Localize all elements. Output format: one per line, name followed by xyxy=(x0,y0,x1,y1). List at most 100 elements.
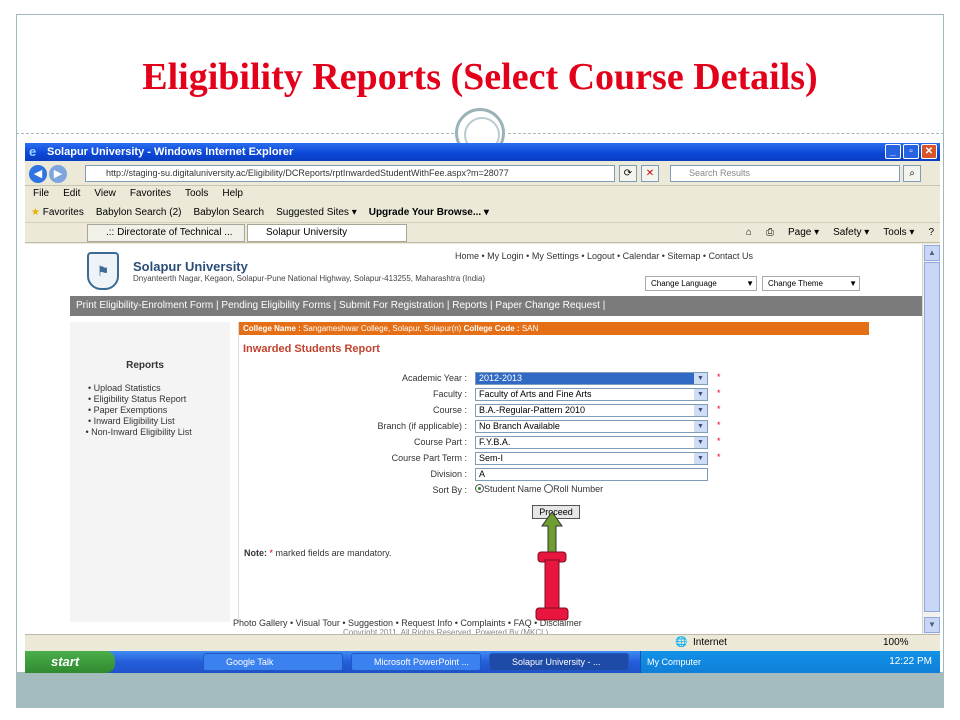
sort-by-label: Sort By : xyxy=(432,485,467,495)
site-nav-bar[interactable]: Print Eligibility-Enrolment Form | Pendi… xyxy=(70,296,922,316)
academic-year-select[interactable]: 2012-2013 ▼ xyxy=(475,372,708,385)
print-icon[interactable]: ⎙ xyxy=(766,225,774,241)
slide-divider-left xyxy=(16,133,454,134)
favorite-item-suggested-sites[interactable]: Suggested Sites ▾ xyxy=(276,203,357,222)
refresh-icon[interactable]: ⟳ xyxy=(619,165,637,182)
menu-edit[interactable]: Edit xyxy=(63,186,80,202)
tab-directorate[interactable]: .:: Directorate of Technical ... xyxy=(87,224,245,242)
taskbar-item-solapur-university[interactable]: Solapur University - ... xyxy=(489,653,629,671)
course-part-term-select[interactable]: Sem-I ▼ xyxy=(475,452,708,465)
chevron-down-icon: ▼ xyxy=(694,453,707,464)
zoom-level[interactable]: 100% xyxy=(883,635,909,651)
favorite-item-babylon-2[interactable]: Babylon Search (2) xyxy=(96,203,182,222)
scroll-down-icon[interactable]: ▼ xyxy=(924,617,940,633)
favorite-item-upgrade[interactable]: Upgrade Your Browse... ▾ xyxy=(369,203,489,222)
top-links[interactable]: Home • My Login • My Settings • Logout •… xyxy=(455,251,753,261)
required-marker: * xyxy=(717,372,721,382)
web-page: ⚑ Solapur University Dnyanteerth Nagar, … xyxy=(25,244,922,637)
dropdown-arrow-icon: ▼ xyxy=(849,279,857,288)
sidebar-item-label: Eligibility Status Report xyxy=(93,394,187,404)
window-title: Solapur University - Windows Internet Ex… xyxy=(47,146,294,158)
sort-by-row: Sort By : Student Name Roll Number xyxy=(239,484,869,498)
tab-solapur-university[interactable]: Solapur University xyxy=(247,224,407,242)
favorites-button[interactable]: ★ Favorites xyxy=(31,203,84,222)
favorite-item-babylon[interactable]: Babylon Search xyxy=(193,203,264,222)
minimize-button[interactable]: _ xyxy=(885,144,901,159)
sidebar-item-non-inward-list[interactable]: • Non-Inward Eligibility List xyxy=(78,427,198,438)
change-language-label: Change Language xyxy=(651,279,717,288)
division-row: Division : A xyxy=(239,468,869,482)
required-marker: * xyxy=(717,452,721,462)
search-input[interactable]: Search Results xyxy=(670,165,900,182)
academic-year-label: Academic Year : xyxy=(401,373,467,383)
college-name-label: College Name : xyxy=(243,324,301,333)
required-marker: * xyxy=(717,404,721,414)
course-part-term-row: Course Part Term : Sem-I ▼ * xyxy=(239,452,869,466)
my-computer-label[interactable]: My Computer xyxy=(647,651,701,673)
sort-student-name-radio[interactable] xyxy=(475,484,484,493)
menu-favorites[interactable]: Favorites xyxy=(130,186,171,202)
college-code: SAN xyxy=(521,324,539,333)
university-address: Dnyanteerth Nagar, Kegaon, Solapur-Pune … xyxy=(133,274,486,283)
faculty-select[interactable]: Faculty of Arts and Fine Arts ▼ xyxy=(475,388,708,401)
back-button[interactable]: ◀ xyxy=(29,165,47,183)
sidebar-item-inward-list[interactable]: • Inward Eligibility List xyxy=(88,416,198,427)
sidebar-item-paper-exemptions[interactable]: • Paper Exemptions xyxy=(88,405,198,416)
stop-icon[interactable]: ✕ xyxy=(641,165,659,182)
course-select[interactable]: B.A.-Regular-Pattern 2010 ▼ xyxy=(475,404,708,417)
mandatory-note: Note: * marked fields are mandatory. xyxy=(244,548,391,558)
course-part-value: F.Y.B.A. xyxy=(479,437,511,447)
branch-value: No Branch Available xyxy=(479,421,560,431)
slide-divider-right xyxy=(508,133,944,134)
sidebar-item-label: Upload Statistics xyxy=(93,383,161,393)
sidebar-item-label: Non-Inward Eligibility List xyxy=(91,427,192,437)
command-page[interactable]: Page ▾ xyxy=(788,225,819,241)
menu-view[interactable]: View xyxy=(94,186,116,202)
sort-roll-number-label: Roll Number xyxy=(553,484,604,494)
maximize-button[interactable]: ▫ xyxy=(903,144,919,159)
course-part-row: Course Part : F.Y.B.A. ▼ * xyxy=(239,436,869,450)
status-zone: Internet xyxy=(693,637,727,648)
change-language-select[interactable]: Change Language ▼ xyxy=(645,276,757,291)
sidebar-title: Reports xyxy=(126,360,164,371)
course-part-select[interactable]: F.Y.B.A. ▼ xyxy=(475,436,708,449)
help-icon[interactable]: ? xyxy=(928,225,934,241)
taskbar-item-powerpoint[interactable]: Microsoft PowerPoint ... xyxy=(351,653,481,671)
command-safety[interactable]: Safety ▾ xyxy=(833,225,869,241)
forward-button[interactable]: ▶ xyxy=(49,165,67,183)
menu-tools[interactable]: Tools xyxy=(185,186,208,202)
scroll-thumb[interactable] xyxy=(924,262,940,612)
course-label: Course : xyxy=(432,405,467,415)
sidebar-list: • Upload Statistics • Eligibility Status… xyxy=(86,383,198,438)
favorites-label: Favorites xyxy=(42,207,84,218)
clock: 12:22 PM xyxy=(889,656,932,667)
taskbar: start Google Talk Microsoft PowerPoint .… xyxy=(25,651,940,673)
chevron-down-icon: ▼ xyxy=(694,373,707,384)
sidebar-item-eligibility-status[interactable]: • Eligibility Status Report xyxy=(88,394,198,405)
sidebar-item-upload-statistics[interactable]: • Upload Statistics xyxy=(88,383,198,394)
sort-roll-number-radio[interactable] xyxy=(544,484,554,493)
branch-select[interactable]: No Branch Available ▼ xyxy=(475,420,708,433)
close-button[interactable]: ✕ xyxy=(921,144,937,159)
home-icon[interactable]: ⌂ xyxy=(746,225,752,241)
browser-screenshot: e Solapur University - Windows Internet … xyxy=(25,143,940,673)
ie-logo-icon: e xyxy=(29,144,37,159)
command-tools[interactable]: Tools ▾ xyxy=(883,225,914,241)
vertical-scrollbar[interactable]: ▲ ▼ xyxy=(922,244,940,634)
footer-links[interactable]: Photo Gallery • Visual Tour • Suggestion… xyxy=(233,618,582,628)
window-controls: _ ▫ ✕ xyxy=(885,144,937,159)
division-input[interactable]: A xyxy=(475,468,708,481)
scroll-up-icon[interactable]: ▲ xyxy=(924,245,940,261)
favorites-bar: ★ Favorites Babylon Search (2) Babylon S… xyxy=(25,203,940,223)
menu-file[interactable]: File xyxy=(33,186,49,202)
college-info-bar: College Name : Sangameshwar College, Sol… xyxy=(239,322,869,335)
address-input[interactable]: http://staging-su.digitaluniversity.ac/E… xyxy=(85,165,615,182)
college-name: Sangameshwar College, Solapur, Solapur(n… xyxy=(303,324,462,333)
taskbar-item-google-talk[interactable]: Google Talk xyxy=(203,653,343,671)
menu-help[interactable]: Help xyxy=(222,186,243,202)
search-icon[interactable]: ⌕ xyxy=(903,165,921,182)
start-button[interactable]: start xyxy=(25,651,115,673)
reports-sidebar: Reports • Upload Statistics • Eligibilit… xyxy=(70,322,230,622)
globe-icon: 🌐 xyxy=(675,637,688,648)
change-theme-select[interactable]: Change Theme ▼ xyxy=(762,276,860,291)
